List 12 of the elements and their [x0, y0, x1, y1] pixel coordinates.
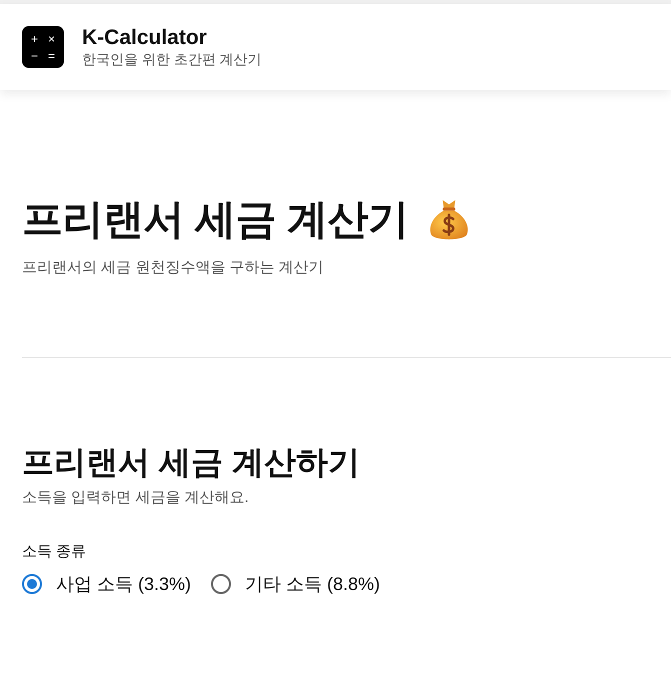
calculator-logo-icon[interactable]: + × − =	[22, 26, 64, 68]
app-title[interactable]: K-Calculator	[82, 26, 262, 50]
radio-label[interactable]: 사업 소득 (3.3%)	[56, 572, 192, 596]
section-description: 소득을 입력하면 세금을 계산해요.	[22, 488, 250, 508]
page-title: 프리랜서 세금 계산기	[22, 195, 408, 244]
section-title: 프리랜서 세금 계산하기	[22, 443, 361, 482]
radio-button[interactable]	[22, 574, 42, 594]
radio-button[interactable]	[211, 574, 232, 594]
app-subtitle: 한국인을 위한 초간편 계산기	[82, 50, 262, 68]
field-label: 소득 종류	[22, 542, 88, 562]
radio-label[interactable]: 기타 소득 (8.8%)	[245, 572, 380, 596]
page-description: 프리랜서의 세금 원천징수액을 구하는 계산기	[22, 258, 325, 278]
